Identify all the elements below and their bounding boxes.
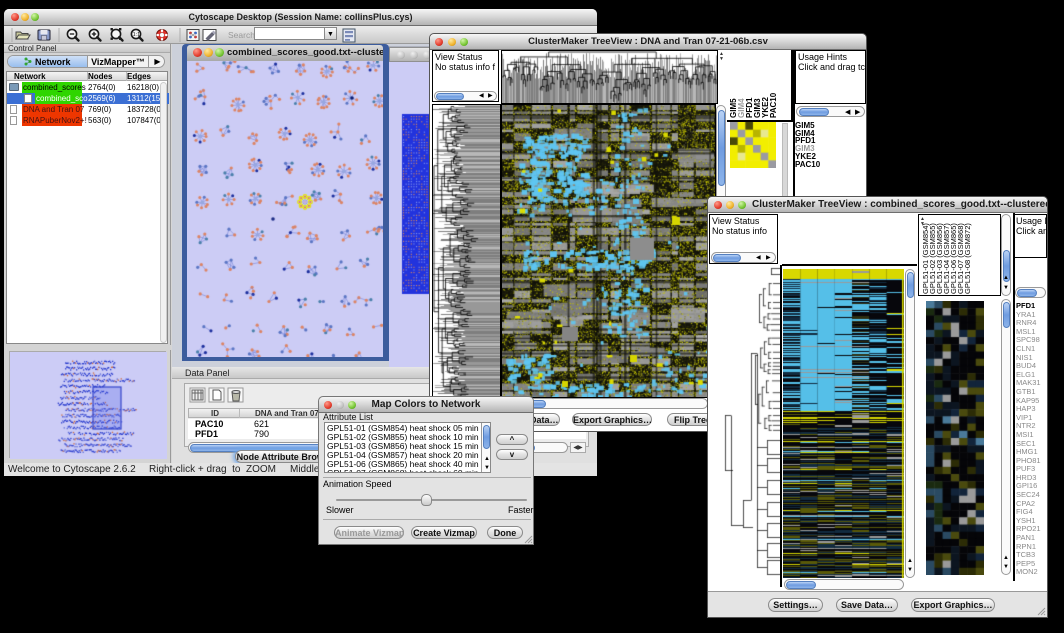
svg-text:1:1: 1:1 (133, 32, 141, 38)
